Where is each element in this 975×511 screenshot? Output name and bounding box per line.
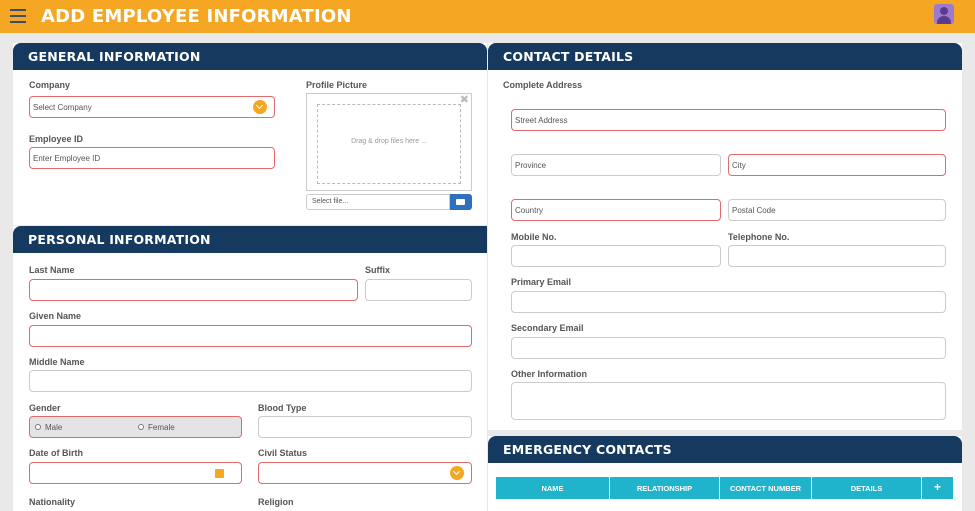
given-name-input[interactable] — [29, 325, 472, 347]
city-placeholder: City — [732, 161, 746, 170]
employee-id-placeholder: Enter Employee ID — [33, 154, 101, 163]
complete-address-label: Complete Address — [503, 80, 583, 90]
gender-radio-female[interactable] — [138, 424, 144, 430]
postal-code-placeholder: Postal Code — [732, 206, 776, 215]
dob-label: Date of Birth — [29, 448, 83, 458]
street-address-input[interactable]: Street Address — [511, 109, 946, 131]
gender-label-male: Male — [45, 423, 63, 432]
emergency-contacts-table-header: NAME RELATIONSHIP CONTACT NUMBER DETAILS… — [496, 477, 953, 499]
middle-name-input[interactable] — [29, 370, 472, 392]
employee-id-label: Employee ID — [29, 134, 84, 144]
primary-email-label: Primary Email — [511, 277, 572, 287]
other-information-label: Other Information — [511, 369, 587, 379]
emergency-contacts-panel: EMERGENCY CONTACTS — [488, 436, 962, 511]
religion-label: Religion — [258, 497, 294, 507]
secondary-email-input[interactable] — [511, 337, 946, 359]
primary-email-input[interactable] — [511, 291, 946, 313]
middle-name-label: Middle Name — [29, 357, 85, 367]
street-address-placeholder: Street Address — [515, 116, 568, 125]
postal-code-input[interactable]: Postal Code — [728, 199, 946, 221]
column-header-contact-number[interactable]: CONTACT NUMBER — [720, 477, 812, 499]
company-label: Company — [29, 80, 71, 90]
column-header-name[interactable]: NAME — [496, 477, 610, 499]
blood-type-input[interactable] — [258, 416, 472, 438]
general-information-heading: GENERAL INFORMATION — [13, 43, 487, 70]
mobile-label: Mobile No. — [511, 232, 557, 242]
employee-id-input[interactable]: Enter Employee ID — [29, 147, 275, 169]
company-select[interactable]: Select Company — [29, 96, 275, 118]
gender-label-female: Female — [148, 423, 175, 432]
nationality-label: Nationality — [29, 497, 76, 507]
personal-information-heading: PERSONAL INFORMATION — [13, 226, 487, 253]
country-placeholder: Country — [515, 206, 544, 215]
suffix-label: Suffix — [365, 265, 391, 275]
user-avatar-icon[interactable] — [934, 4, 954, 24]
dob-input[interactable] — [29, 462, 242, 484]
top-bar: ADD EMPLOYEE INFORMATION — [0, 0, 975, 33]
close-icon[interactable]: ✖ — [460, 93, 469, 106]
last-name-label: Last Name — [29, 265, 75, 275]
chevron-down-icon[interactable] — [253, 100, 267, 114]
gender-radio-male[interactable] — [35, 424, 41, 430]
civil-status-select[interactable] — [258, 462, 472, 484]
suffix-input[interactable] — [365, 279, 472, 301]
country-input[interactable]: Country — [511, 199, 721, 221]
column-header-relationship[interactable]: RELATIONSHIP — [610, 477, 720, 499]
secondary-email-label: Secondary Email — [511, 323, 584, 333]
telephone-label: Telephone No. — [728, 232, 790, 242]
file-select-input[interactable]: Select file... — [306, 194, 450, 210]
city-input[interactable]: City — [728, 154, 946, 176]
gender-label: Gender — [29, 403, 61, 413]
telephone-input[interactable] — [728, 245, 946, 267]
blood-type-label: Blood Type — [258, 403, 307, 413]
civil-status-label: Civil Status — [258, 448, 308, 458]
plus-icon[interactable]: + — [922, 477, 953, 499]
province-input[interactable]: Province — [511, 154, 721, 176]
menu-icon[interactable] — [10, 9, 26, 23]
chevron-down-icon[interactable] — [450, 466, 464, 480]
company-select-value: Select Company — [33, 103, 92, 112]
calendar-icon[interactable] — [215, 469, 224, 478]
mobile-input[interactable] — [511, 245, 721, 267]
last-name-input[interactable] — [29, 279, 358, 301]
other-information-textarea[interactable] — [511, 382, 946, 420]
given-name-label: Given Name — [29, 311, 82, 321]
emergency-contacts-heading: EMERGENCY CONTACTS — [488, 436, 962, 463]
page-title: ADD EMPLOYEE INFORMATION — [41, 6, 352, 27]
dropzone-text: Drag & drop files here ... — [317, 104, 461, 184]
column-header-details[interactable]: DETAILS — [812, 477, 922, 499]
contact-details-heading: CONTACT DETAILS — [488, 43, 962, 70]
province-placeholder: Province — [515, 161, 547, 170]
folder-open-icon[interactable] — [450, 194, 472, 210]
profile-picture-dropzone[interactable]: Drag & drop files here ... ✖ — [306, 93, 472, 191]
gender-radio-group: Male Female — [29, 416, 242, 438]
profile-picture-label: Profile Picture — [306, 80, 368, 90]
